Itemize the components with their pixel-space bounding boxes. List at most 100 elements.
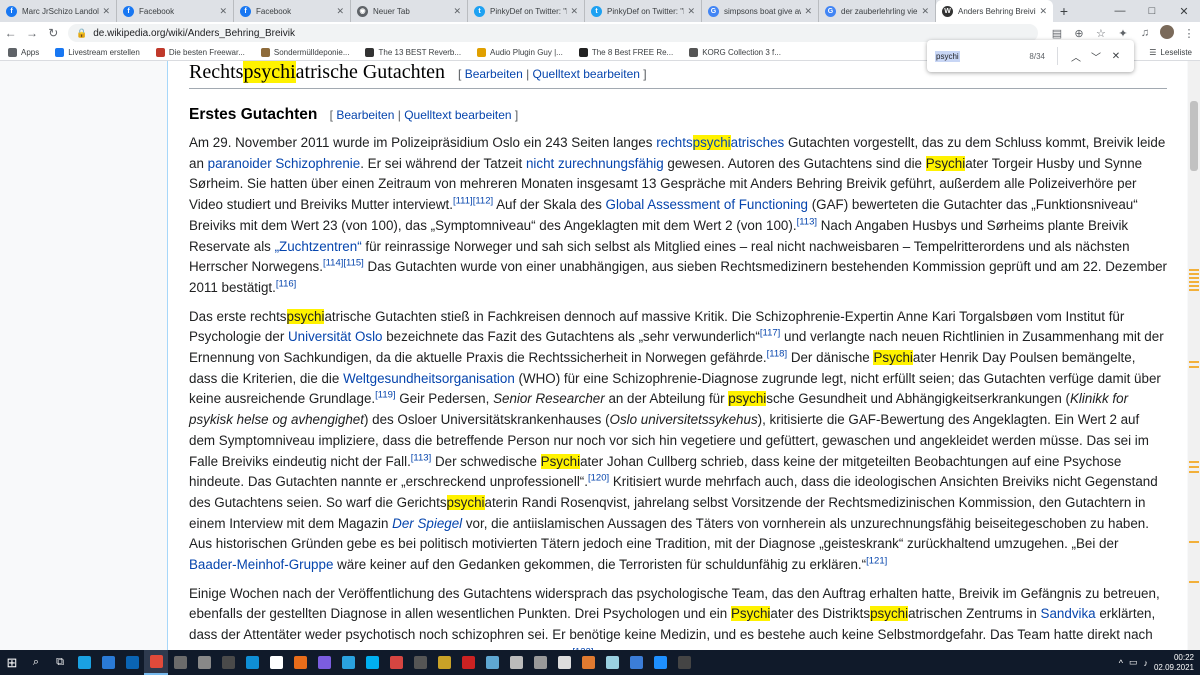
bookmark-item[interactable]: Audio Plugin Guy |...: [477, 47, 563, 57]
app-icon-19[interactable]: [648, 650, 672, 675]
wiki-link[interactable]: Global Assessment of Functioning: [606, 197, 808, 212]
mail-icon[interactable]: [96, 650, 120, 675]
edit-link[interactable]: Bearbeiten: [465, 67, 523, 81]
app-icon-6[interactable]: [288, 650, 312, 675]
volume-icon[interactable]: ♪: [1144, 658, 1149, 668]
zoom-icon[interactable]: ⊕: [1068, 27, 1090, 40]
reading-list[interactable]: ☰ Leseliste: [1149, 44, 1192, 61]
close-icon[interactable]: ✕: [1168, 5, 1200, 18]
wiki-link[interactable]: Der Spiegel: [392, 516, 462, 531]
browser-tab[interactable]: f Facebook ✕: [117, 0, 234, 22]
skype-icon[interactable]: [360, 650, 384, 675]
wiki-link[interactable]: Universität Oslo: [288, 329, 383, 344]
outlook-icon[interactable]: [120, 650, 144, 675]
task-view-icon[interactable]: ⧉: [48, 650, 72, 675]
browser-tab[interactable]: ◉ Neuer Tab ✕: [351, 0, 468, 22]
citation-link[interactable]: [117]: [760, 328, 780, 339]
citation-link[interactable]: [121]: [866, 556, 887, 567]
app-icon-18[interactable]: [624, 650, 648, 675]
tab-close-icon[interactable]: ✕: [453, 6, 461, 17]
browser-tab[interactable]: t PinkyDef on Twitter: "I ✕: [585, 0, 702, 22]
bookmark-item[interactable]: Livestream erstellen: [55, 47, 140, 57]
app-icon-14[interactable]: [528, 650, 552, 675]
bookmark-item[interactable]: Die besten Freewar...: [155, 47, 245, 57]
address-bar[interactable]: 🔒 de.wikipedia.org/wiki/Anders_Behring_B…: [67, 24, 1038, 42]
scrollbar[interactable]: [1188, 61, 1200, 650]
extensions-icon[interactable]: ✦: [1112, 27, 1134, 40]
edit-link[interactable]: Bearbeiten: [336, 108, 394, 122]
find-next-icon[interactable]: ﹀: [1086, 49, 1106, 64]
citation-link[interactable]: [118]: [767, 349, 787, 360]
app-icon-13[interactable]: [504, 650, 528, 675]
citation-link[interactable]: [113]: [797, 216, 817, 227]
bookmark-item[interactable]: Apps: [8, 47, 39, 57]
wiki-link[interactable]: psychi: [692, 135, 731, 150]
app-icon-3[interactable]: [216, 650, 240, 675]
app-icon-16[interactable]: [576, 650, 600, 675]
app-icon-4[interactable]: [240, 650, 264, 675]
forward-icon[interactable]: →: [21, 26, 42, 40]
tab-close-icon[interactable]: ✕: [804, 6, 812, 17]
menu-icon[interactable]: ⋮: [1178, 27, 1200, 40]
tab-close-icon[interactable]: ✕: [1039, 6, 1047, 17]
app-icon-5[interactable]: [264, 650, 288, 675]
app-icon-10[interactable]: [432, 650, 456, 675]
app-icon-7[interactable]: [312, 650, 336, 675]
scrollbar-thumb[interactable]: [1190, 101, 1198, 171]
browser-tab[interactable]: Gder zauberlehrling vie ✕: [819, 0, 936, 22]
app-icon-17[interactable]: [600, 650, 624, 675]
citation-link[interactable]: [119]: [375, 390, 395, 401]
browser-tab[interactable]: t PinkyDef on Twitter: "I ✕: [468, 0, 585, 22]
wiki-link[interactable]: atrisches: [731, 135, 785, 150]
edge-icon[interactable]: [72, 650, 96, 675]
browser-tab[interactable]: f Marc JrSchizo Landolt ✕: [0, 0, 117, 22]
app-icon-15[interactable]: [552, 650, 576, 675]
wiki-link[interactable]: nicht zurechnungsfähig: [526, 156, 664, 171]
wiki-link[interactable]: paranoider Schizophrenie: [208, 156, 361, 171]
minimize-icon[interactable]: —: [1104, 5, 1136, 17]
bookmark-item[interactable]: The 8 Best FREE Re...: [578, 47, 673, 57]
edit-source-link[interactable]: Quelltext bearbeiten: [404, 108, 511, 122]
start-icon[interactable]: ⊞: [0, 650, 24, 675]
search-icon[interactable]: ⌕: [24, 650, 48, 675]
tab-close-icon[interactable]: ✕: [336, 6, 344, 17]
new-tab-button[interactable]: +: [1053, 0, 1075, 22]
citation-link[interactable]: [120]: [588, 473, 609, 484]
tab-close-icon[interactable]: ✕: [102, 6, 110, 17]
avatar[interactable]: [1156, 24, 1178, 42]
tab-close-icon[interactable]: ✕: [570, 6, 578, 17]
find-previous-icon[interactable]: ︿: [1066, 49, 1086, 64]
telegram-icon[interactable]: [336, 650, 360, 675]
app-icon-1[interactable]: [168, 650, 192, 675]
media-icon[interactable]: ♫: [1134, 27, 1156, 39]
edit-source-link[interactable]: Quelltext bearbeiten: [533, 67, 640, 81]
app-icon-12[interactable]: [480, 650, 504, 675]
chevron-up-icon[interactable]: ^: [1119, 658, 1123, 668]
clock[interactable]: 00:22 02.09.2021: [1154, 653, 1194, 673]
wiki-link[interactable]: Weltgesundheitsorganisation: [343, 371, 515, 386]
star-icon[interactable]: ☆: [1090, 27, 1112, 40]
bookmark-item[interactable]: The 13 BEST Reverb...: [365, 47, 461, 57]
browser-tab[interactable]: W Anders Behring Breivik ✕: [936, 0, 1053, 22]
app-icon-2[interactable]: [192, 650, 216, 675]
app-icon-11[interactable]: [456, 650, 480, 675]
citation-link[interactable]: [113]: [411, 452, 431, 463]
tab-close-icon[interactable]: ✕: [921, 6, 929, 17]
find-close-icon[interactable]: ✕: [1106, 51, 1126, 62]
wiki-link[interactable]: Sandvika: [1041, 606, 1096, 621]
chrome-icon[interactable]: [144, 650, 168, 675]
citation-link[interactable]: [111][112]: [453, 196, 493, 207]
wiki-link[interactable]: rechts: [656, 135, 692, 150]
reader-mode-icon[interactable]: ▤: [1046, 27, 1068, 40]
app-icon-8[interactable]: [384, 650, 408, 675]
citation-link[interactable]: [116]: [276, 278, 296, 289]
browser-tab[interactable]: f Facebook ✕: [234, 0, 351, 22]
tab-close-icon[interactable]: ✕: [687, 6, 695, 17]
bookmark-item[interactable]: Sondermülldeponie...: [260, 47, 349, 57]
maximize-icon[interactable]: □: [1136, 5, 1168, 17]
app-icon-9[interactable]: [408, 650, 432, 675]
citation-link[interactable]: [114][115]: [323, 258, 364, 269]
bookmark-item[interactable]: KORG Collection 3 f...: [689, 47, 781, 57]
back-icon[interactable]: ←: [0, 26, 21, 40]
browser-tab[interactable]: Gsimpsons boat give aw ✕: [702, 0, 819, 22]
